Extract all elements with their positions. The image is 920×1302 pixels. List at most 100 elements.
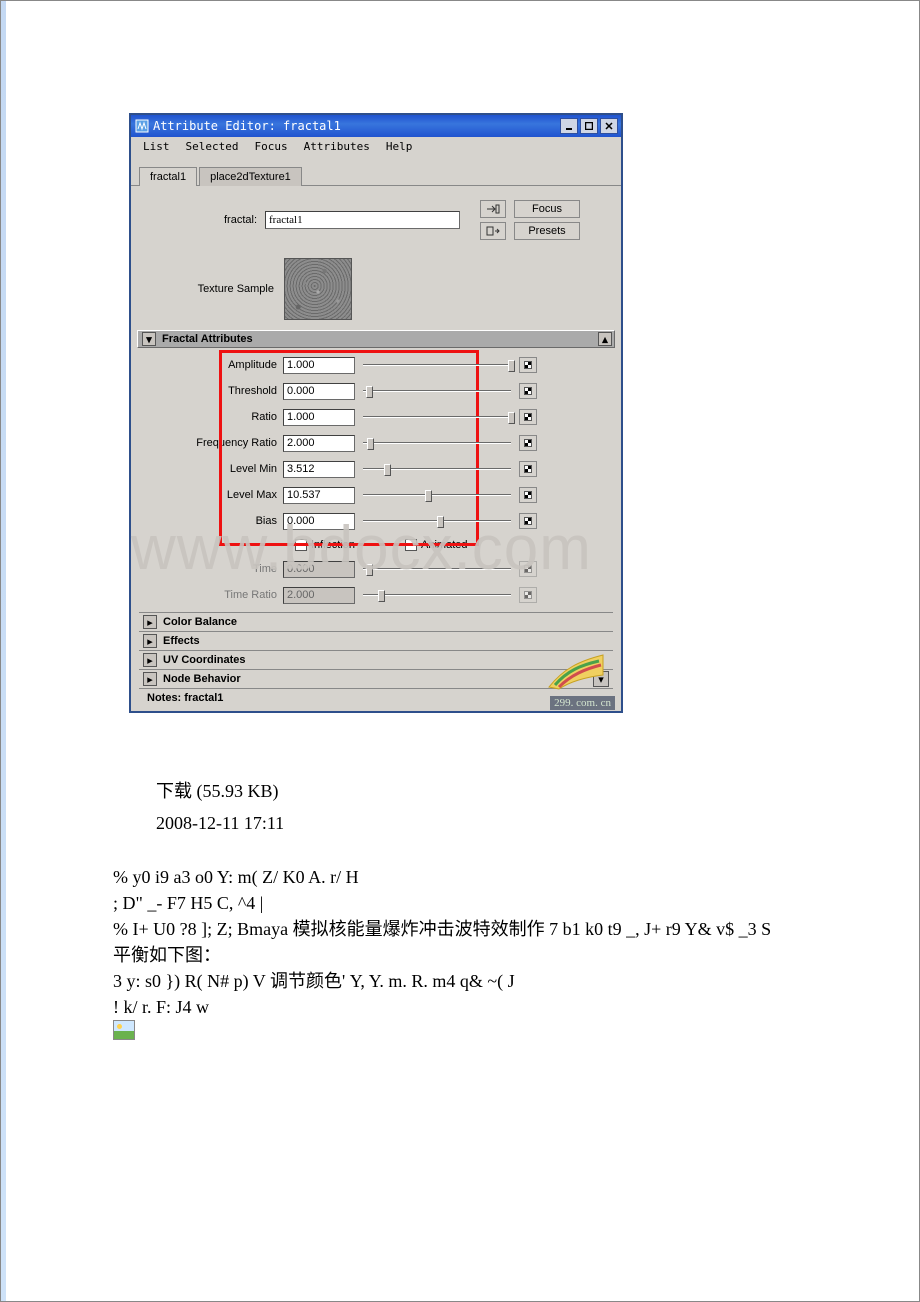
inflection-checkbox[interactable]: Inflection xyxy=(295,539,355,551)
code-line: 平衡如下图： xyxy=(113,943,771,969)
attr-label: Time xyxy=(145,563,283,575)
menubar: List Selected Focus Attributes Help xyxy=(131,137,621,156)
attr-ratio-row: Ratio xyxy=(145,404,607,430)
page: Attribute Editor: fractal1 List Selected… xyxy=(0,0,920,1302)
attr-freqratio-row: Frequency Ratio xyxy=(145,430,607,456)
menu-selected[interactable]: Selected xyxy=(180,139,245,154)
texture-sample-swatch xyxy=(284,258,352,320)
attribute-editor-window: Attribute Editor: fractal1 List Selected… xyxy=(129,113,623,713)
levelmax-input[interactable] xyxy=(283,487,355,504)
code-line: % I+ U0 ?8 ]; Z; Bmaya 模拟核能量爆炸冲击波特效制作 7 … xyxy=(113,917,771,943)
attr-amplitude-row: Amplitude xyxy=(145,352,607,378)
connection-icon xyxy=(519,561,537,577)
bias-input[interactable] xyxy=(283,513,355,530)
tab-fractal1[interactable]: fractal1 xyxy=(139,167,197,186)
code-text: % y0 i9 a3 o0 Y: m( Z/ K0 A. r/ H ; D" _… xyxy=(113,865,771,1048)
connection-icon[interactable] xyxy=(519,409,537,425)
attr-threshold-row: Threshold xyxy=(145,378,607,404)
connection-icon[interactable] xyxy=(519,357,537,373)
freqratio-slider[interactable] xyxy=(363,435,511,451)
image-placeholder-icon xyxy=(113,1020,135,1040)
code-line: ; D" _- F7 H5 C, ^4 | xyxy=(113,891,771,917)
node-name-input[interactable] xyxy=(265,211,460,229)
download-text: 下载 (55.93 KB) xyxy=(156,775,279,807)
attr-levelmin-row: Level Min xyxy=(145,456,607,482)
timeratio-slider xyxy=(363,587,511,603)
levelmin-input[interactable] xyxy=(283,461,355,478)
watermark-stamp: 299. com. cn xyxy=(550,696,615,710)
attr-label: Level Max xyxy=(145,489,283,501)
fractal-attributes-header[interactable]: ▾ Fractal Attributes ▴ xyxy=(137,330,615,348)
attr-label: Bias xyxy=(145,515,283,527)
close-button[interactable] xyxy=(600,118,618,134)
effects-section[interactable]: ▸ Effects xyxy=(139,631,613,650)
menu-help[interactable]: Help xyxy=(380,139,419,154)
menu-list[interactable]: List xyxy=(137,139,176,154)
node-type-label: fractal: xyxy=(139,214,265,226)
connection-icon[interactable] xyxy=(519,461,537,477)
section-label: Color Balance xyxy=(163,616,237,628)
attr-label: Time Ratio xyxy=(145,589,283,601)
corner-graphic-icon xyxy=(545,651,617,693)
timestamp-text: 2008-12-11 17:11 xyxy=(156,813,284,834)
time-input xyxy=(283,561,355,578)
show-output-icon[interactable] xyxy=(480,222,506,240)
chevron-right-icon[interactable]: ▸ xyxy=(143,634,157,648)
time-slider xyxy=(363,561,511,577)
connection-icon xyxy=(519,587,537,603)
connection-icon[interactable] xyxy=(519,513,537,529)
ratio-input[interactable] xyxy=(283,409,355,426)
minimize-button[interactable] xyxy=(560,118,578,134)
section-title: Fractal Attributes xyxy=(162,333,253,345)
bias-slider[interactable] xyxy=(363,513,511,529)
collapse-toggle-icon[interactable]: ▾ xyxy=(142,332,156,346)
connection-icon[interactable] xyxy=(519,383,537,399)
connection-icon[interactable] xyxy=(519,487,537,503)
code-line: 3 y: s0 }) R( N# p) V 调节颜色' Y, Y. m. R. … xyxy=(113,969,771,995)
levelmax-slider[interactable] xyxy=(363,487,511,503)
threshold-input[interactable] xyxy=(283,383,355,400)
presets-button[interactable]: Presets xyxy=(514,222,580,240)
titlebar[interactable]: Attribute Editor: fractal1 xyxy=(131,115,621,137)
content-area: fractal: Focus Presets Texture Sample ▾ … xyxy=(131,186,621,711)
uv-coordinates-section[interactable]: ▸ UV Coordinates xyxy=(139,650,613,669)
amplitude-slider[interactable] xyxy=(363,357,511,373)
animated-checkbox[interactable]: Animated xyxy=(405,539,467,551)
load-attributes-icon[interactable] xyxy=(480,200,506,218)
timeratio-input xyxy=(283,587,355,604)
freqratio-input[interactable] xyxy=(283,435,355,452)
menu-attributes[interactable]: Attributes xyxy=(298,139,376,154)
connection-icon[interactable] xyxy=(519,435,537,451)
node-behavior-section[interactable]: ▸ Node Behavior ▾ xyxy=(139,669,613,688)
window-title: Attribute Editor: fractal1 xyxy=(153,119,560,133)
color-balance-section[interactable]: ▸ Color Balance xyxy=(139,612,613,631)
attr-timeratio-row: Time Ratio xyxy=(145,582,607,608)
amplitude-input[interactable] xyxy=(283,357,355,374)
texture-sample-label: Texture Sample xyxy=(139,283,284,295)
attr-label: Threshold xyxy=(145,385,283,397)
attr-label: Level Min xyxy=(145,463,283,475)
section-label: UV Coordinates xyxy=(163,654,246,666)
attr-label: Frequency Ratio xyxy=(145,437,283,449)
code-line: ! k/ r. F: J4 w xyxy=(113,995,771,1021)
levelmin-slider[interactable] xyxy=(363,461,511,477)
menu-focus[interactable]: Focus xyxy=(248,139,293,154)
focus-button[interactable]: Focus xyxy=(514,200,580,218)
node-tabs: fractal1 place2dTexture1 xyxy=(131,156,621,186)
node-name-row: fractal: Focus Presets xyxy=(139,194,613,252)
section-label: Node Behavior xyxy=(163,673,241,685)
notes-header[interactable]: Notes: fractal1 xyxy=(139,688,613,707)
threshold-slider[interactable] xyxy=(363,383,511,399)
chevron-right-icon[interactable]: ▸ xyxy=(143,615,157,629)
checkbox-row: Inflection Animated xyxy=(145,534,607,556)
attr-label: Amplitude xyxy=(145,359,283,371)
attr-label: Ratio xyxy=(145,411,283,423)
section-label: Effects xyxy=(163,635,200,647)
tab-place2dtexture1[interactable]: place2dTexture1 xyxy=(199,167,302,186)
ratio-slider[interactable] xyxy=(363,409,511,425)
chevron-right-icon[interactable]: ▸ xyxy=(143,672,157,686)
chevron-right-icon[interactable]: ▸ xyxy=(143,653,157,667)
maximize-button[interactable] xyxy=(580,118,598,134)
scroll-up-icon[interactable]: ▴ xyxy=(598,332,612,346)
attr-bias-row: Bias xyxy=(145,508,607,534)
